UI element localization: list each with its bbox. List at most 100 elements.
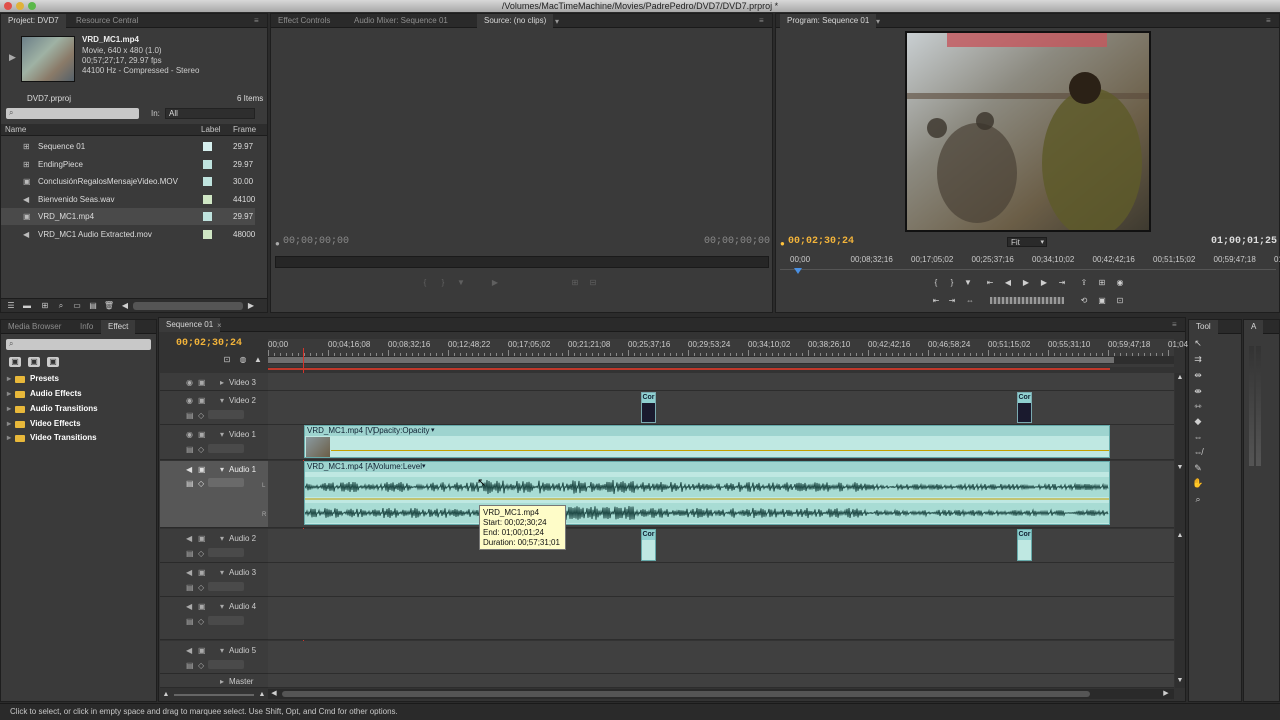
- find-icon[interactable]: ⌕: [55, 301, 67, 311]
- collapse-icon[interactable]: ▾: [220, 602, 224, 611]
- source-current-timecode[interactable]: 00;00;00;00: [283, 236, 349, 247]
- speaker-icon[interactable]: ◀: [186, 534, 192, 543]
- project-item-label-color[interactable]: [203, 159, 212, 169]
- collapse-icon[interactable]: ▾: [220, 568, 224, 577]
- scroll-down-icon[interactable]: ▼: [1174, 463, 1186, 473]
- lock-icon[interactable]: ▣: [198, 378, 206, 387]
- slide-tool-icon[interactable]: ⇎: [1192, 447, 1204, 459]
- tab-resource-central[interactable]: Resource Central: [69, 14, 145, 28]
- folder-audio-transitions[interactable]: ▸ Audio Transitions: [7, 402, 153, 416]
- scroll-right-icon[interactable]: ▶: [245, 301, 257, 311]
- play-thumbnail-icon[interactable]: ▶: [9, 52, 16, 63]
- keyframe-icon[interactable]: ◇: [198, 661, 204, 670]
- 32bit-effects-icon[interactable]: ▣: [28, 357, 40, 367]
- go-to-prev-edit-icon[interactable]: ⇤: [930, 296, 942, 306]
- display-style-icon[interactable]: ▤: [186, 583, 194, 592]
- tab-tools[interactable]: Tool: [1189, 320, 1218, 334]
- panel-menu-icon[interactable]: ≡: [1266, 16, 1275, 25]
- keyframe-icon[interactable]: ◇: [198, 479, 204, 488]
- extract-icon[interactable]: ⊞: [1096, 278, 1108, 288]
- video2-clip[interactable]: Cor: [641, 392, 656, 423]
- scroll-left-icon[interactable]: ◀: [119, 301, 131, 311]
- project-item[interactable]: ⊞ Sequence 01 29.97: [1, 138, 255, 155]
- export-frame-icon[interactable]: ◉: [1114, 278, 1126, 288]
- effects-search-input[interactable]: ⌕: [6, 339, 151, 350]
- accelerated-effects-icon[interactable]: ▣: [9, 357, 21, 367]
- program-current-timecode[interactable]: 00;02;30;24: [788, 236, 854, 247]
- lane-audio3[interactable]: [268, 563, 1174, 597]
- display-style-icon[interactable]: ▤: [186, 617, 194, 626]
- speaker-icon[interactable]: ◀: [186, 646, 192, 655]
- tab-sequence-01[interactable]: Sequence 01: [159, 318, 221, 332]
- scroll-up-icon[interactable]: ▲: [1174, 373, 1186, 383]
- selection-tool-icon[interactable]: ↖: [1192, 338, 1204, 350]
- lane-video2[interactable]: [268, 391, 1174, 425]
- display-style-icon[interactable]: ▤: [186, 549, 194, 558]
- eye-icon[interactable]: ◉: [186, 378, 193, 387]
- column-name[interactable]: Name: [5, 125, 26, 134]
- folder-video-effects[interactable]: ▸ Video Effects: [7, 417, 153, 431]
- display-style-icon[interactable]: ▤: [186, 661, 194, 670]
- project-item-label-color[interactable]: [203, 194, 212, 204]
- source-insert-icon[interactable]: ⊞: [569, 278, 581, 288]
- track-select-tool-icon[interactable]: ⇉: [1192, 354, 1204, 366]
- project-scrollbar[interactable]: [133, 302, 243, 310]
- zoom-tool-icon[interactable]: ⌕: [1192, 494, 1204, 506]
- opacity-rubberband[interactable]: [331, 450, 1109, 451]
- project-item[interactable]: ▣ ConclusiónRegalosMensajeVideo.MOV 30.00: [1, 173, 255, 190]
- panel-menu-icon[interactable]: ≡: [759, 16, 768, 25]
- new-bin-icon[interactable]: ▭: [71, 301, 83, 311]
- source-overlay-icon[interactable]: ⊟: [587, 278, 599, 288]
- tab-effect-controls[interactable]: Effect Controls: [271, 14, 337, 28]
- slip-tool-icon[interactable]: ⇔: [1192, 432, 1204, 444]
- list-view-icon[interactable]: ☰: [5, 301, 17, 311]
- zoom-in-icon[interactable]: ▲: [256, 690, 268, 700]
- mark-in-icon[interactable]: {: [930, 278, 942, 288]
- keyframe-navigator[interactable]: [208, 410, 244, 419]
- tab-effect[interactable]: Effect: [101, 320, 136, 334]
- mark-out-icon[interactable]: }: [946, 278, 958, 288]
- keyframe-navigator[interactable]: [208, 616, 244, 625]
- output-icon[interactable]: ⊡: [1114, 296, 1126, 306]
- keyframe-navigator[interactable]: [208, 478, 244, 487]
- track-header-master[interactable]: ▸ Master: [160, 674, 268, 688]
- source-mark-in-icon[interactable]: {: [419, 278, 431, 288]
- hscroll-thumb[interactable]: [282, 691, 1090, 697]
- project-item[interactable]: ◀ VRD_MC1 Audio Extracted.mov 48000: [1, 226, 255, 243]
- source-time-ruler[interactable]: [275, 256, 769, 268]
- lane-audio4[interactable]: [268, 597, 1174, 640]
- column-label[interactable]: Label: [201, 125, 221, 134]
- expand-icon[interactable]: ▸: [7, 402, 11, 416]
- audio2-clip[interactable]: Cor: [641, 529, 656, 561]
- expand-icon[interactable]: ▸: [7, 417, 11, 431]
- close-tab-icon[interactable]: ×: [217, 321, 222, 330]
- scroll-right-icon[interactable]: ▶: [1160, 689, 1172, 699]
- lift-icon[interactable]: ⇪: [1078, 278, 1090, 288]
- add-marker-icon[interactable]: ▲: [252, 355, 264, 365]
- video1-clip-vrd-mc1[interactable]: VRD_MC1.mp4 [V] Opacity:Opacity ▾: [304, 425, 1110, 458]
- eye-icon[interactable]: ◉: [186, 396, 193, 405]
- audio1-clip-effect[interactable]: Volume:Level: [374, 462, 422, 472]
- project-search-input[interactable]: ⌕: [6, 108, 139, 119]
- program-dropdown-icon[interactable]: ▾: [876, 17, 880, 26]
- project-item[interactable]: ◀ Bienvenido Seas.wav 44100: [1, 191, 255, 208]
- go-to-in-icon[interactable]: ⇤: [984, 278, 996, 288]
- lane-master[interactable]: [268, 674, 1174, 688]
- display-style-icon[interactable]: ▤: [186, 411, 194, 420]
- automate-icon[interactable]: ⊞: [39, 301, 51, 311]
- lock-icon[interactable]: ▣: [198, 430, 206, 439]
- close-window-button[interactable]: [4, 2, 12, 10]
- speaker-icon[interactable]: ◀: [186, 465, 192, 474]
- lock-icon[interactable]: ▣: [198, 646, 206, 655]
- icon-view-icon[interactable]: ▬: [21, 301, 33, 311]
- step-forward-icon[interactable]: ▶: [1038, 278, 1050, 288]
- scroll-left-icon[interactable]: ◀: [268, 689, 280, 699]
- hand-tool-icon[interactable]: ✋: [1192, 478, 1204, 490]
- expand-icon[interactable]: ▸: [7, 431, 11, 445]
- keyframe-icon[interactable]: ◇: [198, 411, 204, 420]
- pen-tool-icon[interactable]: ✎: [1192, 463, 1204, 475]
- folder-video-transitions[interactable]: ▸ Video Transitions: [7, 431, 153, 445]
- jog-shuttle[interactable]: [990, 297, 1064, 304]
- rolling-edit-tool-icon[interactable]: ⇼: [1192, 386, 1204, 398]
- set-marker-icon[interactable]: ◍: [237, 355, 249, 365]
